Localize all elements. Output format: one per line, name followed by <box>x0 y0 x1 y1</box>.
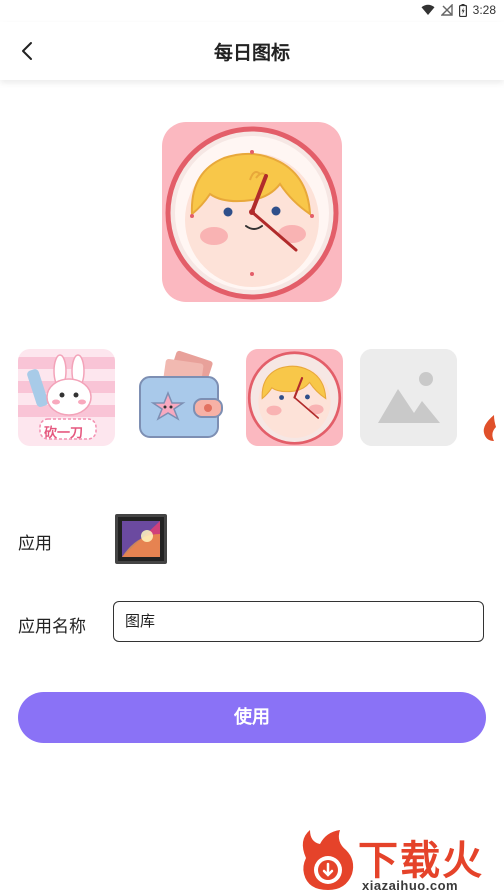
app-label: 应用 <box>18 534 52 553</box>
wallet-icon <box>132 349 229 446</box>
status-icons: 3:28 <box>421 3 496 17</box>
battery-icon <box>458 3 467 17</box>
icon-option-bunny[interactable]: 砍一刀 <box>18 349 115 446</box>
use-button[interactable]: 使用 <box>18 692 486 743</box>
icon-option-clock[interactable] <box>246 349 343 446</box>
status-time: 3:28 <box>472 3 496 17</box>
app-bar: 每日图标 <box>0 22 504 80</box>
icon-preview <box>162 122 342 302</box>
clock-face-icon <box>246 349 343 446</box>
icon-option-partial[interactable] <box>480 413 504 443</box>
clock-face-icon <box>162 122 342 302</box>
watermark: 下载火 xiazaihuo.com <box>296 828 504 896</box>
fire-icon <box>483 415 496 441</box>
watermark-logo-icon <box>302 830 354 890</box>
bunny-icon-caption: 砍一刀 <box>44 425 84 440</box>
icon-option-placeholder[interactable] <box>360 349 457 446</box>
icon-option-wallet[interactable] <box>132 349 229 446</box>
gallery-app-icon <box>115 514 167 564</box>
icon-choices-row: 砍一刀 <box>0 349 504 447</box>
placeholder-image-icon <box>360 349 457 446</box>
app-icon[interactable] <box>115 514 167 564</box>
status-bar: 3:28 <box>0 0 504 22</box>
app-name-input[interactable]: 图库 <box>113 601 484 642</box>
no-signal-icon <box>440 4 453 16</box>
watermark-url: xiazaihuo.com <box>362 878 459 893</box>
app-name-label: 应用名称 <box>18 617 86 636</box>
page-title: 每日图标 <box>213 43 290 64</box>
wifi-icon <box>421 4 435 15</box>
